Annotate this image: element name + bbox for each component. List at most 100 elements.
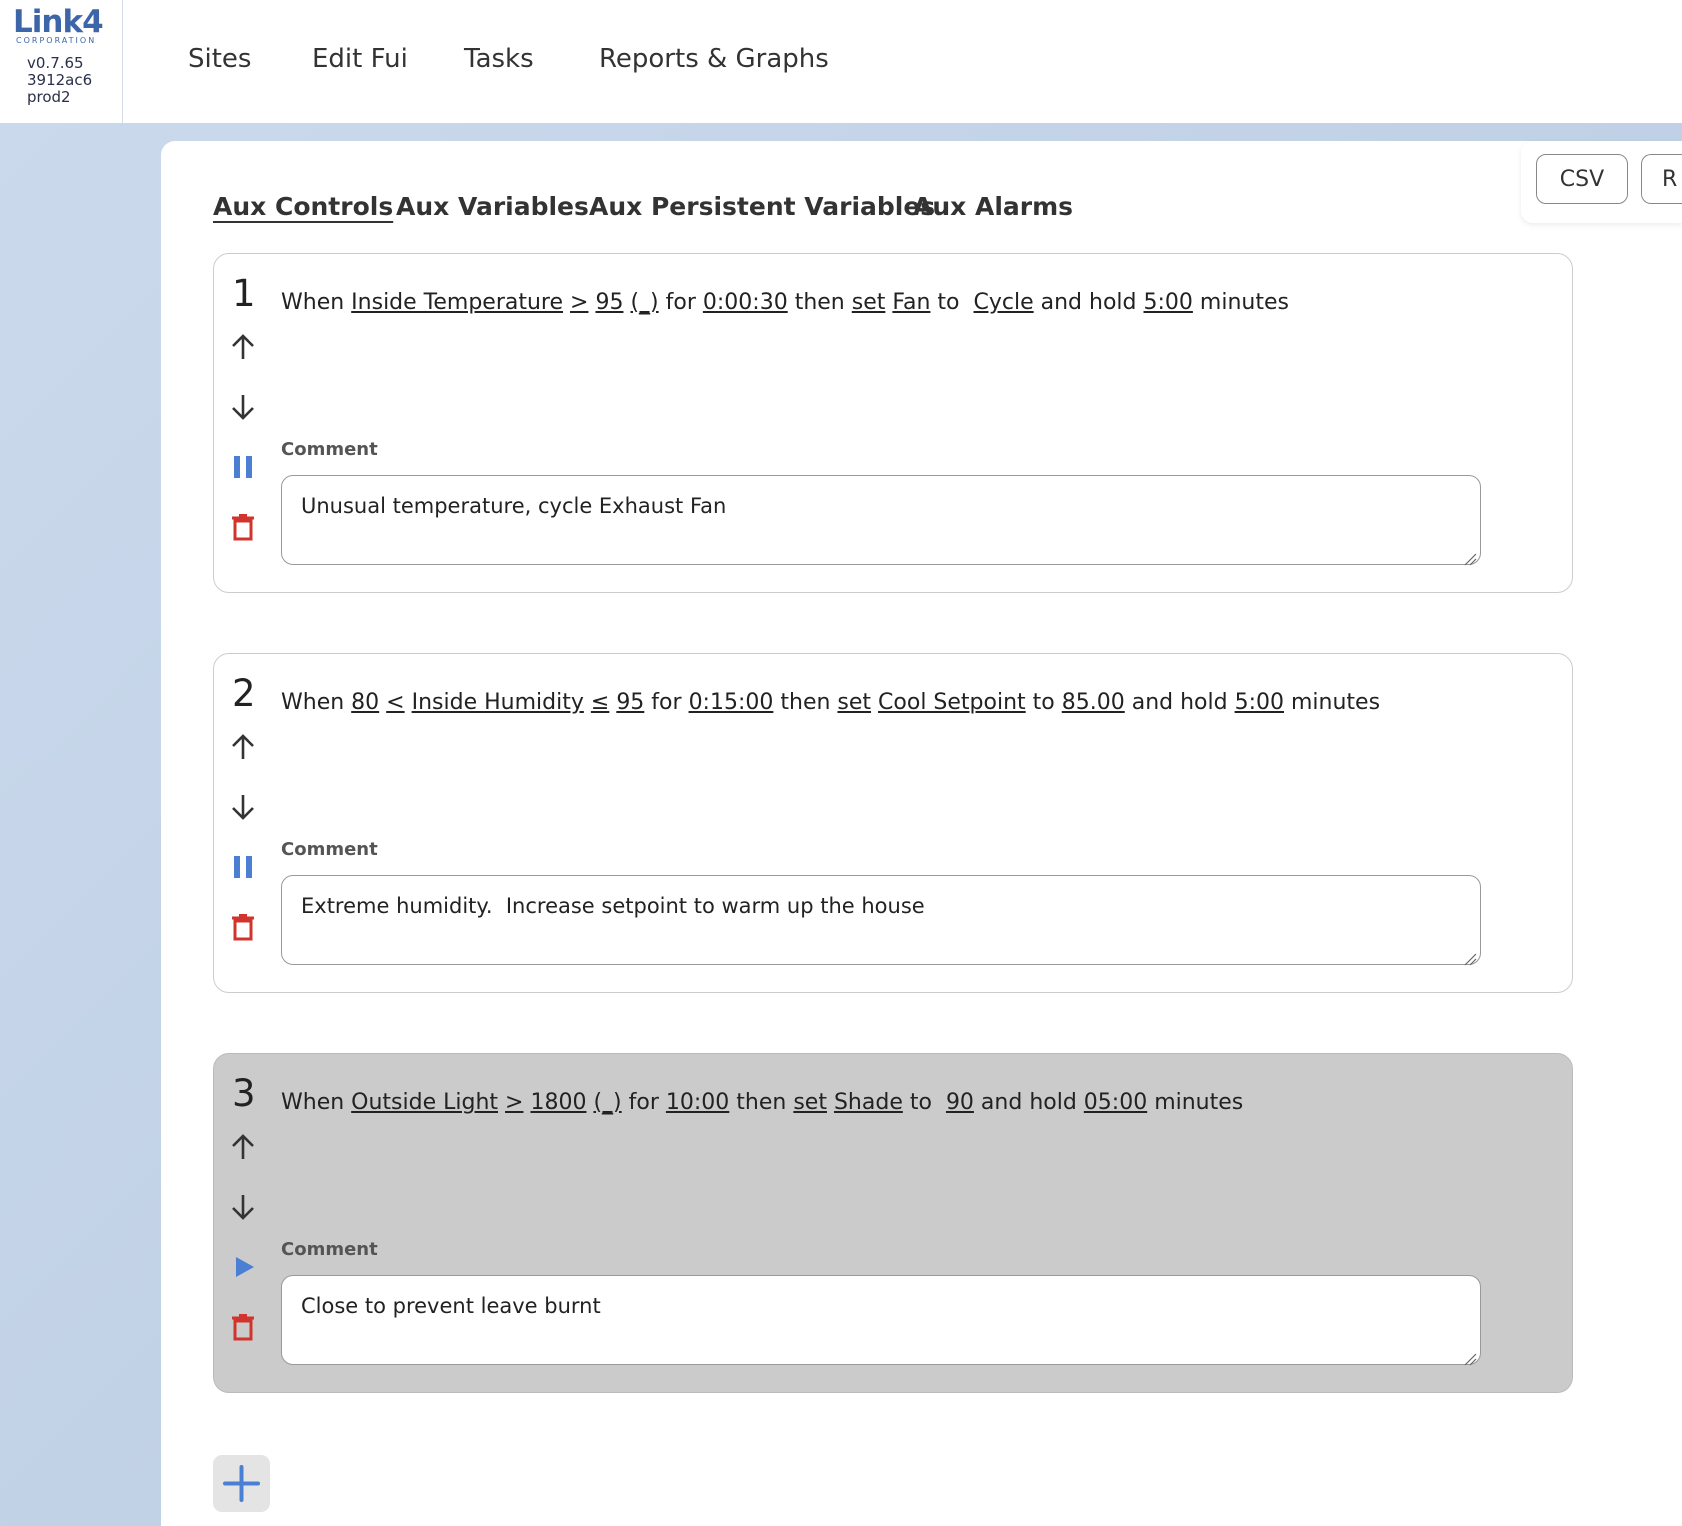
comment-label: Comment bbox=[281, 439, 378, 460]
rule-number: 2 bbox=[232, 672, 256, 715]
rule-token-link[interactable]: Outside Light bbox=[351, 1090, 498, 1115]
rule-token-text bbox=[827, 1090, 834, 1115]
move-up-icon[interactable] bbox=[228, 332, 258, 362]
rule-token-link[interactable]: set bbox=[852, 290, 886, 315]
rule-token-link[interactable]: (_) bbox=[593, 1090, 621, 1115]
comment-textarea[interactable]: Close to prevent leave burnt bbox=[281, 1275, 1481, 1366]
rule-number: 1 bbox=[232, 272, 256, 315]
move-down-icon[interactable] bbox=[228, 792, 258, 822]
rule-token-link[interactable]: 0:00:30 bbox=[703, 290, 788, 315]
add-rule-button[interactable] bbox=[213, 1455, 270, 1512]
rule-card: 1 When Inside Temperature > 95 (_) for 0:… bbox=[213, 253, 1573, 593]
comment-textarea[interactable]: Unusual temperature, cycle Exhaust Fan bbox=[281, 475, 1481, 566]
rule-token-text: minutes bbox=[1284, 690, 1381, 715]
rule-token-link[interactable]: 1800 bbox=[530, 1090, 586, 1115]
logo-block: Link4 CORPORATION v0.7.65 3912ac6 prod2 bbox=[0, 0, 123, 123]
rule-token-link[interactable]: Cycle bbox=[974, 290, 1034, 315]
rule-token-link[interactable]: 5:00 bbox=[1235, 690, 1284, 715]
rule-token-link[interactable]: Inside Humidity bbox=[412, 690, 584, 715]
move-up-icon[interactable] bbox=[228, 732, 258, 762]
version-label: v0.7.65 bbox=[27, 54, 84, 72]
rule-token-link[interactable]: (_) bbox=[630, 290, 658, 315]
comment-label: Comment bbox=[281, 1239, 378, 1260]
delete-icon[interactable] bbox=[228, 912, 258, 942]
rule-token-link[interactable]: Cool Setpoint bbox=[878, 690, 1026, 715]
rule-token-link[interactable]: 80 bbox=[351, 690, 379, 715]
top-bar: Link4 CORPORATION v0.7.65 3912ac6 prod2 … bbox=[0, 0, 1682, 124]
rule-token-text: to bbox=[930, 290, 974, 315]
pause-icon[interactable] bbox=[228, 852, 258, 882]
rule-token-text bbox=[405, 690, 412, 715]
rule-token-text bbox=[871, 690, 878, 715]
play-icon[interactable] bbox=[228, 1252, 258, 1282]
tab-aux-alarms[interactable]: Aux Alarms bbox=[913, 192, 1073, 221]
rule-token-text: for bbox=[658, 290, 703, 315]
rule-token-text: When bbox=[281, 1090, 352, 1115]
nav-sites[interactable]: Sites bbox=[188, 44, 251, 74]
rule-token-text: then bbox=[729, 1090, 794, 1115]
rule-token-link[interactable]: 95 bbox=[616, 690, 644, 715]
move-up-icon[interactable] bbox=[228, 1132, 258, 1162]
rule-token-link[interactable]: ≤ bbox=[591, 690, 609, 715]
resize-handle-icon[interactable] bbox=[1463, 547, 1477, 566]
rule-token-text: then bbox=[773, 690, 838, 715]
tab-aux-controls[interactable]: Aux Controls bbox=[213, 192, 393, 221]
rule-token-text: When bbox=[281, 290, 352, 315]
rule-token-text bbox=[563, 290, 570, 315]
logo: Link4 bbox=[13, 4, 104, 40]
rule-card: 3 When Outside Light > 1800 (_) for 10:00… bbox=[213, 1053, 1573, 1393]
rule-expression: When Outside Light > 1800 (_) for 10:00 … bbox=[281, 1090, 1243, 1115]
resize-handle-icon[interactable] bbox=[1463, 1347, 1477, 1366]
move-down-icon[interactable] bbox=[228, 1192, 258, 1222]
rule-token-link[interactable]: 95 bbox=[595, 290, 623, 315]
rule-token-link[interactable]: 85.00 bbox=[1062, 690, 1125, 715]
rule-number: 3 bbox=[232, 1072, 256, 1115]
delete-icon[interactable] bbox=[228, 512, 258, 542]
delete-icon[interactable] bbox=[228, 1312, 258, 1342]
rule-token-link[interactable]: Shade bbox=[834, 1090, 903, 1115]
tab-aux-persistent-variables[interactable]: Aux Persistent Variables bbox=[589, 192, 935, 221]
rule-token-text: and hold bbox=[973, 1090, 1084, 1115]
rule-token-link[interactable]: set bbox=[837, 690, 871, 715]
rule-token-text: for bbox=[644, 690, 689, 715]
plus-icon bbox=[223, 1465, 260, 1502]
rule-token-text: to bbox=[1025, 690, 1062, 715]
rule-token-text bbox=[498, 1090, 505, 1115]
nav-edit-fui[interactable]: Edit Fui bbox=[312, 44, 408, 74]
rule-token-link[interactable]: Fan bbox=[892, 290, 930, 315]
move-down-icon[interactable] bbox=[228, 392, 258, 422]
rule-card: 2 When 80 < Inside Humidity ≤ 95 for 0:15… bbox=[213, 653, 1573, 993]
r-button[interactable]: R bbox=[1641, 154, 1682, 204]
comment-text: Unusual temperature, cycle Exhaust Fan bbox=[301, 494, 727, 518]
csv-button[interactable]: CSV bbox=[1536, 154, 1628, 204]
rule-token-link[interactable]: 0:15:00 bbox=[689, 690, 774, 715]
nav-tasks[interactable]: Tasks bbox=[464, 44, 534, 74]
rule-token-link[interactable]: 5:00 bbox=[1144, 290, 1193, 315]
rule-token-link[interactable]: 90 bbox=[946, 1090, 974, 1115]
rule-token-text: then bbox=[787, 290, 852, 315]
rule-token-text: minutes bbox=[1147, 1090, 1244, 1115]
rule-token-text bbox=[584, 690, 591, 715]
rule-token-link[interactable]: < bbox=[386, 690, 404, 715]
rule-token-text: and hold bbox=[1033, 290, 1144, 315]
logo-subtitle: CORPORATION bbox=[16, 36, 97, 45]
rule-token-link[interactable]: 10:00 bbox=[666, 1090, 729, 1115]
rule-token-text: for bbox=[621, 1090, 666, 1115]
rule-token-link[interactable]: > bbox=[505, 1090, 523, 1115]
export-toolbar: CSV R bbox=[1521, 141, 1682, 223]
comment-text: Extreme humidity. Increase setpoint to w… bbox=[301, 894, 925, 918]
rule-token-link[interactable]: set bbox=[793, 1090, 827, 1115]
comment-label: Comment bbox=[281, 839, 378, 860]
comment-textarea[interactable]: Extreme humidity. Increase setpoint to w… bbox=[281, 875, 1481, 966]
nav-reports-graphs[interactable]: Reports & Graphs bbox=[599, 44, 829, 74]
rule-expression: When 80 < Inside Humidity ≤ 95 for 0:15:… bbox=[281, 690, 1380, 715]
rule-token-text: When bbox=[281, 690, 352, 715]
env-label: prod2 bbox=[27, 88, 71, 106]
rule-token-link[interactable]: 05:00 bbox=[1084, 1090, 1147, 1115]
tab-aux-variables[interactable]: Aux Variables bbox=[396, 192, 589, 221]
rule-token-text: to bbox=[902, 1090, 946, 1115]
resize-handle-icon[interactable] bbox=[1463, 947, 1477, 966]
rule-token-link[interactable]: > bbox=[570, 290, 588, 315]
rule-token-link[interactable]: Inside Temperature bbox=[351, 290, 563, 315]
pause-icon[interactable] bbox=[228, 452, 258, 482]
